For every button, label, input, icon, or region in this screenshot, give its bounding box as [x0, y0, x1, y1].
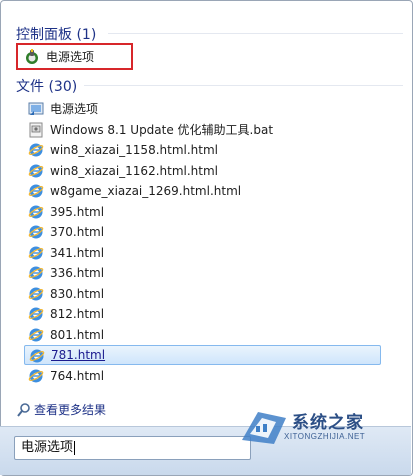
- ie-html-icon: [28, 225, 44, 239]
- result-item-label: 电源选项: [50, 102, 99, 116]
- files-group-header: 文件 (30): [16, 79, 78, 95]
- result-item-file[interactable]: win8_xiazai_1162.html.html: [24, 161, 218, 181]
- ie-html-icon: [28, 143, 44, 157]
- ie-html-icon: [28, 164, 44, 177]
- ie-html-icon: [28, 287, 44, 300]
- result-item-label: 764.html: [50, 368, 105, 383]
- result-item-file[interactable]: 341.html: [24, 243, 104, 263]
- result-item-file[interactable]: 801.html: [24, 325, 104, 345]
- result-item-file[interactable]: w8game_xiazai_1269.html.html: [24, 181, 241, 201]
- control-panel-shortcut-icon: [28, 102, 44, 115]
- ie-html-icon: [29, 349, 45, 363]
- highlight-annotation-box: [16, 43, 133, 70]
- ie-html-icon: [28, 307, 44, 321]
- ie-html-icon: [28, 369, 44, 382]
- result-item-label: Windows 8.1 Update 优化辅助工具.bat: [50, 122, 274, 137]
- result-item-label: 801.html: [50, 327, 105, 342]
- result-item-file[interactable]: Windows 8.1 Update 优化辅助工具.bat: [24, 120, 273, 140]
- result-item-label: win8_xiazai_1158.html.html: [50, 143, 218, 157]
- search-icon: [17, 403, 30, 417]
- ie-html-icon: [28, 205, 44, 218]
- result-item-label: 370.html: [50, 225, 105, 239]
- see-more-results-link[interactable]: 查看更多结果: [16, 401, 106, 419]
- batch-file-icon: [29, 122, 43, 137]
- watermark-subtext: XITONGZHIJIA.NET: [284, 432, 366, 441]
- result-item-label: w8game_xiazai_1269.html.html: [50, 184, 242, 198]
- ie-html-icon: [28, 246, 44, 259]
- result-item-file[interactable]: 370.html: [24, 222, 104, 242]
- result-item-file[interactable]: 812.html: [24, 304, 104, 324]
- result-item-file[interactable]: 395.html: [24, 202, 104, 222]
- search-input[interactable]: 电源选项: [14, 436, 251, 460]
- result-item-label: win8_xiazai_1162.html.html: [50, 163, 218, 178]
- result-item-label: 830.html: [50, 286, 105, 301]
- control-panel-group-header: 控制面板 (1): [16, 27, 97, 43]
- result-item-label: 395.html: [50, 204, 105, 219]
- group-divider: [84, 85, 403, 86]
- see-more-label: 查看更多结果: [34, 403, 107, 417]
- search-input-value: 电源选项: [21, 440, 74, 455]
- watermark-text: 系统之家: [292, 413, 364, 433]
- result-item-label: 341.html: [50, 245, 105, 260]
- result-item-file[interactable]: 764.html: [24, 366, 104, 386]
- result-item-file[interactable]: 781.html: [24, 345, 381, 365]
- group-divider: [108, 33, 403, 34]
- result-item-label: 781.html: [51, 348, 106, 362]
- result-item-file[interactable]: 电源选项: [24, 99, 98, 119]
- ie-html-icon: [28, 266, 44, 280]
- result-item-file[interactable]: 336.html: [24, 263, 104, 283]
- result-item-file[interactable]: 830.html: [24, 284, 104, 304]
- result-item-label: 812.html: [50, 307, 105, 321]
- result-item-file[interactable]: win8_xiazai_1158.html.html: [24, 140, 218, 160]
- result-item-label: 336.html: [50, 266, 105, 280]
- text-caret: [74, 440, 76, 455]
- ie-html-icon: [28, 184, 44, 198]
- ie-html-icon: [28, 328, 44, 341]
